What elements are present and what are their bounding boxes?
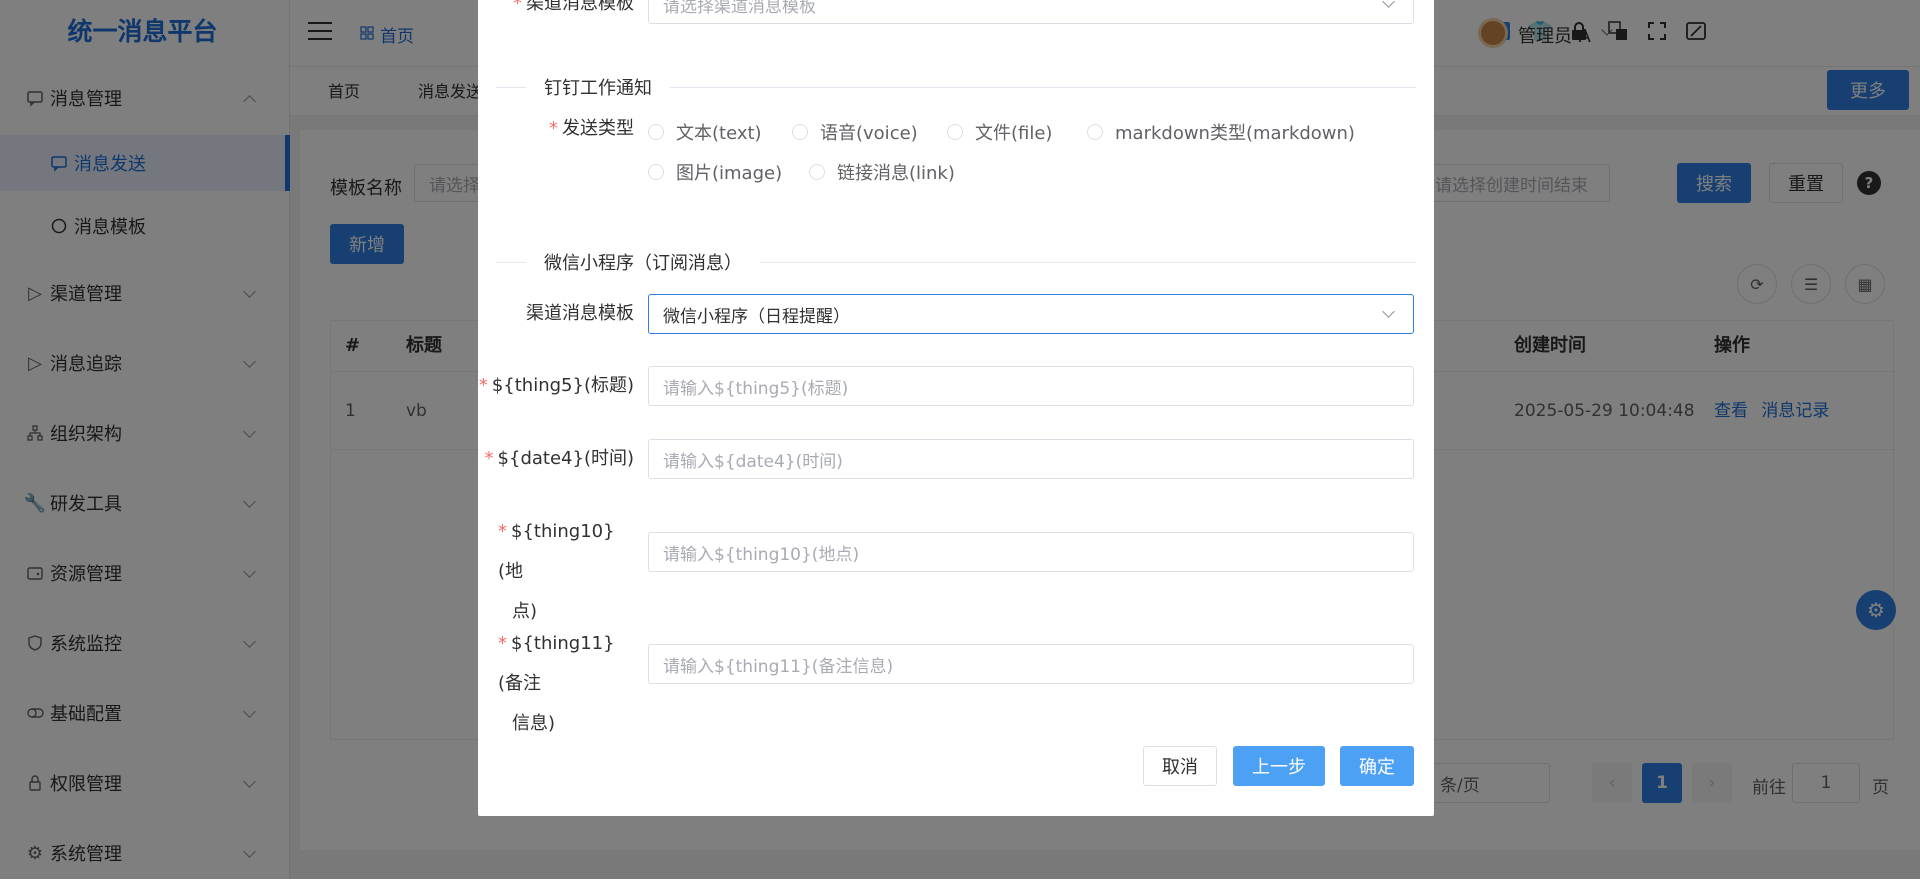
radio-markdown[interactable]: markdown类型(markdown) <box>1087 119 1355 145</box>
date4-input[interactable]: 请输入${date4}(时间) <box>648 439 1414 479</box>
field-label-channel-template-top: * 渠道消息模板 <box>513 0 634 14</box>
radio-file[interactable]: 文件(file) <box>947 119 1052 145</box>
thing11-input[interactable]: 请输入${thing11}(备注信息) <box>648 644 1414 684</box>
chevron-down-icon <box>1382 305 1395 318</box>
send-message-dialog: * 渠道消息模板 请选择渠道消息模板 钉钉工作通知 * 发送类型 文本(text) … <box>478 0 1434 816</box>
confirm-button[interactable]: 确定 <box>1340 746 1414 786</box>
radio-text[interactable]: 文本(text) <box>648 119 762 145</box>
wechat-template-label: 渠道消息模板 <box>526 303 634 324</box>
cancel-button[interactable]: 取消 <box>1143 746 1217 786</box>
thing10-input[interactable]: 请输入${thing10}(地点) <box>648 532 1414 572</box>
section-title-dingtalk: 钉钉工作通知 <box>526 74 670 100</box>
radio-dot <box>648 124 664 140</box>
field-label-date4: * ${date4}(时间) <box>484 448 634 469</box>
select-value: 微信小程序（日程提醒） <box>663 306 850 327</box>
prev-step-button[interactable]: 上一步 <box>1233 746 1325 786</box>
field-label-thing11: * ${thing11}(备注 信息) <box>498 633 615 734</box>
radio-dot <box>1087 124 1103 140</box>
radio-dot <box>792 124 808 140</box>
field-label-thing10: * ${thing10}(地 点) <box>498 521 615 622</box>
select-placeholder: 请选择渠道消息模板 <box>663 0 816 17</box>
section-title-wechat: 微信小程序（订阅消息） <box>526 249 760 275</box>
wechat-template-select[interactable]: 微信小程序（日程提醒） <box>648 294 1414 334</box>
radio-voice[interactable]: 语音(voice) <box>792 119 918 145</box>
field-label-thing5: * ${thing5}(标题) <box>478 375 634 396</box>
radio-dot <box>809 164 825 180</box>
radio-image[interactable]: 图片(image) <box>648 159 782 185</box>
chevron-down-icon <box>1382 0 1395 8</box>
radio-dot <box>648 164 664 180</box>
send-type-label: * 发送类型 <box>549 118 634 139</box>
radio-dot <box>947 124 963 140</box>
radio-link[interactable]: 链接消息(link) <box>809 159 955 185</box>
channel-template-select-top[interactable]: 请选择渠道消息模板 <box>648 0 1414 24</box>
thing5-input[interactable]: 请输入${thing5}(标题) <box>648 366 1414 406</box>
